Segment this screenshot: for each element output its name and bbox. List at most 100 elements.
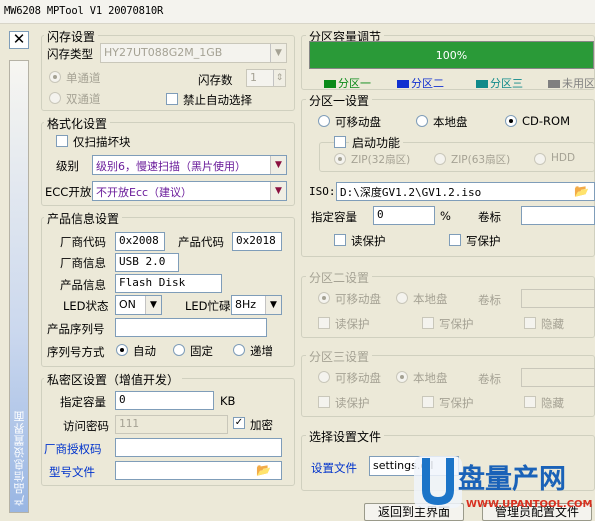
disable-auto-label: 禁止自动选择 (183, 93, 252, 107)
p2-read-protect-checkbox[interactable] (318, 317, 330, 329)
side-tab[interactable]: 产品信息设置界面 (9, 60, 29, 513)
ecc-select[interactable]: 不开放Ecc（建议） ▼ (92, 181, 287, 201)
single-channel-label: 单通道 (66, 71, 101, 85)
swatch-part1 (324, 80, 336, 88)
led-state-select[interactable]: ON ▼ (115, 295, 162, 315)
encrypt-checkbox[interactable]: ✓ (233, 417, 245, 429)
p3-write-protect-checkbox[interactable] (422, 396, 434, 408)
checkmark-icon: ✓ (234, 417, 244, 428)
p1-label-input[interactable] (521, 206, 595, 225)
p2-local-radio[interactable] (396, 292, 408, 304)
flash-count-value: 1 (250, 71, 257, 84)
p1-write-protect-label: 写保护 (466, 234, 501, 248)
product-code-label: 产品代码 (178, 235, 224, 249)
folder-icon[interactable]: 📂 (574, 184, 589, 198)
serial-fixed-radio[interactable] (173, 344, 185, 356)
disable-auto-checkbox[interactable] (166, 93, 178, 105)
p1-removable-label: 可移动盘 (335, 115, 381, 129)
p1-cdrom-radio[interactable] (505, 115, 517, 127)
p2-removable-label: 可移动盘 (335, 292, 381, 306)
partition2-group-title: 分区二设置 (306, 269, 373, 286)
flash-count-label: 闪存数 (198, 73, 233, 87)
hdd-radio[interactable] (534, 153, 546, 165)
p3-write-protect-label: 写保护 (439, 396, 474, 410)
settings-file-link[interactable]: 设置文件 (311, 460, 357, 476)
p2-write-protect-checkbox[interactable] (422, 317, 434, 329)
p3-removable-label: 可移动盘 (335, 371, 381, 385)
serial-fixed-label: 固定 (190, 344, 213, 358)
p3-read-protect-label: 读保护 (335, 396, 370, 410)
watermark-url: WWW.UPANTOOL.COM (466, 499, 593, 510)
flash-group-title: 闪存设置 (44, 28, 99, 45)
legend-part3-label: 分区三 (490, 77, 523, 90)
swatch-unused (548, 80, 560, 88)
license-input[interactable] (115, 438, 282, 457)
p2-label-input[interactable] (521, 289, 595, 308)
flash-count-spinner[interactable]: 1 ⇕ (246, 69, 286, 87)
password-label: 访问密码 (63, 419, 109, 433)
password-input[interactable]: 111 (115, 415, 228, 434)
level-select[interactable]: 级别6，慢速扫描（黑片使用） ▼ (92, 155, 287, 175)
product-code-input[interactable]: 0x2018 (232, 232, 282, 251)
p1-write-protect-checkbox[interactable] (449, 234, 461, 246)
iso-label: ISO: (309, 185, 336, 198)
serial-input[interactable] (115, 318, 267, 337)
p1-cdrom-label: CD-ROM (522, 114, 570, 128)
zip32-radio[interactable] (334, 153, 346, 165)
p2-local-label: 本地盘 (413, 292, 448, 306)
p3-label-input[interactable] (521, 368, 595, 387)
p1-label-label: 卷标 (478, 210, 501, 224)
p3-hidden-checkbox[interactable] (524, 396, 536, 408)
capacity-progress-bar[interactable]: 100% (309, 41, 594, 69)
secure-capacity-input[interactable]: 0 (115, 391, 214, 410)
p2-removable-radio[interactable] (318, 292, 330, 304)
p1-read-protect-checkbox[interactable] (334, 234, 346, 246)
vendor-info-input[interactable]: USB 2.0 (115, 253, 179, 272)
boot-checkbox[interactable] (334, 136, 346, 148)
product-info-input[interactable]: Flash Disk (115, 274, 222, 293)
secure-capacity-label: 指定容量 (60, 395, 106, 409)
flash-type-select[interactable]: HY27UT088G2M_1GB ▼ (100, 43, 287, 63)
p3-read-protect-checkbox[interactable] (318, 396, 330, 408)
serial-auto-label: 自动 (133, 344, 156, 358)
zip63-radio[interactable] (434, 153, 446, 165)
ecc-value: 不开放Ecc（建议） (96, 186, 193, 199)
partition1-group-title: 分区一设置 (306, 92, 373, 109)
p1-capacity-input[interactable]: 0 (373, 206, 435, 225)
vendor-info-label: 厂商信息 (60, 256, 106, 270)
chevron-down-icon: ▼ (265, 296, 281, 314)
p3-removable-radio[interactable] (318, 371, 330, 383)
watermark-brand: 盘量产网 (458, 463, 566, 495)
close-icon: ✕ (12, 30, 26, 48)
legend-part2-label: 分区二 (411, 77, 444, 90)
p2-hidden-checkbox[interactable] (524, 317, 536, 329)
secure-group-title: 私密区设置（增值开发） (44, 371, 183, 388)
scan-bad-checkbox[interactable] (56, 135, 68, 147)
chevron-down-icon: ▼ (270, 182, 286, 200)
zip32-label: ZIP(32扇区) (351, 154, 411, 166)
legend-unused-label: 未用区 (562, 77, 595, 90)
p2-write-protect-label: 写保护 (439, 317, 474, 331)
close-button[interactable]: ✕ (9, 31, 29, 49)
side-tab-label: 产品信息设置界面 (13, 410, 26, 506)
swatch-part3 (476, 80, 488, 88)
model-file-link[interactable]: 型号文件 (49, 464, 95, 480)
p3-local-label: 本地盘 (413, 371, 448, 385)
led-busy-value: 8Hz (235, 298, 257, 311)
iso-path-input[interactable]: D:\深度GV1.2\GV1.2.iso (336, 182, 595, 201)
single-channel-radio[interactable] (49, 71, 61, 83)
legend-part1-label: 分区一 (338, 77, 371, 90)
license-link[interactable]: 厂商授权码 (44, 441, 102, 457)
p3-local-radio[interactable] (396, 371, 408, 383)
boot-label: 启动功能 (349, 134, 404, 151)
serial-auto-radio[interactable] (116, 344, 128, 356)
led-state-value: ON (119, 298, 136, 311)
vendor-code-input[interactable]: 0x2008 (115, 232, 165, 251)
serial-incr-radio[interactable] (233, 344, 245, 356)
p1-removable-radio[interactable] (318, 115, 330, 127)
dual-channel-radio[interactable] (49, 92, 61, 104)
vendor-code-label: 厂商代码 (60, 235, 106, 249)
p1-local-radio[interactable] (416, 115, 428, 127)
folder-icon[interactable]: 📂 (256, 463, 271, 477)
led-busy-select[interactable]: 8Hz ▼ (231, 295, 282, 315)
